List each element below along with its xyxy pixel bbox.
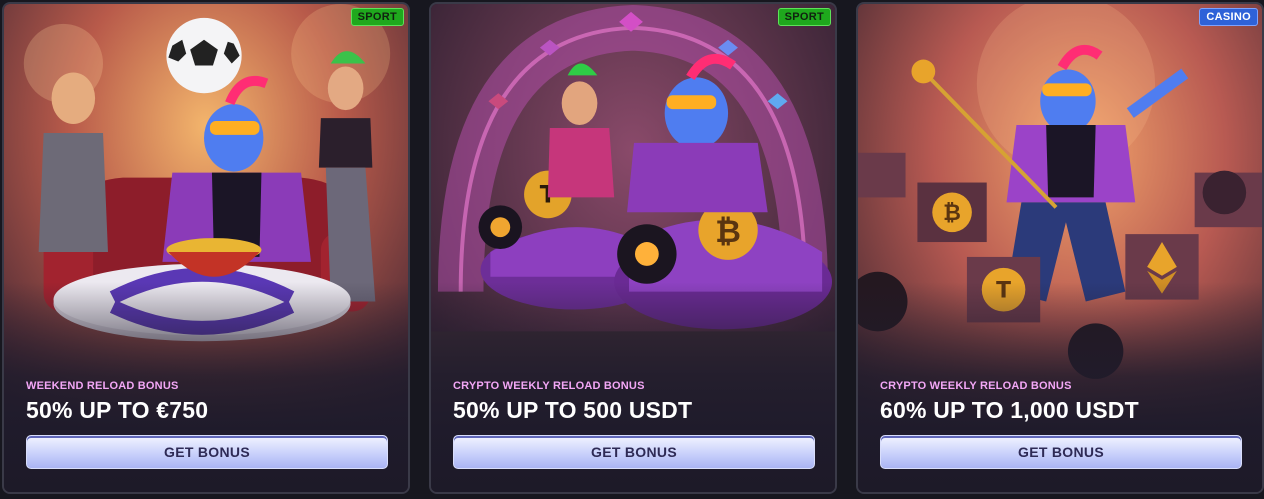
svg-text:₿: ₿ bbox=[943, 201, 961, 226]
bonus-title: 60% UP TO 1,000 USDT bbox=[880, 397, 1139, 423]
bitcoin-microphone-icon: ₿ bbox=[917, 182, 987, 243]
bonus-card-crypto-weekly-sport[interactable]: T ₿ SPORT CRYPTO WEEKLY RELOAD BONUS 50%… bbox=[429, 2, 837, 494]
bonus-subtitle: WEEKEND RELOAD BONUS bbox=[26, 380, 179, 392]
category-badge: SPORT bbox=[777, 8, 831, 26]
category-badge: SPORT bbox=[350, 8, 404, 26]
bonus-title: 50% UP TO 500 USDT bbox=[453, 397, 693, 423]
bonus-card-crypto-weekly-casino[interactable]: ₿ T CASINO CRYPTO WE bbox=[856, 2, 1264, 494]
get-bonus-button[interactable]: GET BONUS bbox=[453, 435, 815, 469]
bonus-subtitle: CRYPTO WEEKLY RELOAD BONUS bbox=[880, 380, 1072, 392]
bonus-subtitle: CRYPTO WEEKLY RELOAD BONUS bbox=[453, 380, 645, 392]
bonus-card-weekend-reload[interactable]: SPORT WEEKEND RELOAD BONUS 50% UP TO €75… bbox=[2, 2, 410, 494]
get-bonus-button[interactable]: GET BONUS bbox=[26, 435, 388, 469]
soccer-ball-icon bbox=[166, 17, 242, 94]
category-badge: CASINO bbox=[1199, 8, 1258, 26]
svg-text:₿: ₿ bbox=[715, 214, 741, 250]
bonus-title: 50% UP TO €750 bbox=[26, 397, 209, 423]
bonus-card-list: SPORT WEEKEND RELOAD BONUS 50% UP TO €75… bbox=[0, 0, 1264, 499]
get-bonus-button[interactable]: GET BONUS bbox=[880, 435, 1242, 469]
